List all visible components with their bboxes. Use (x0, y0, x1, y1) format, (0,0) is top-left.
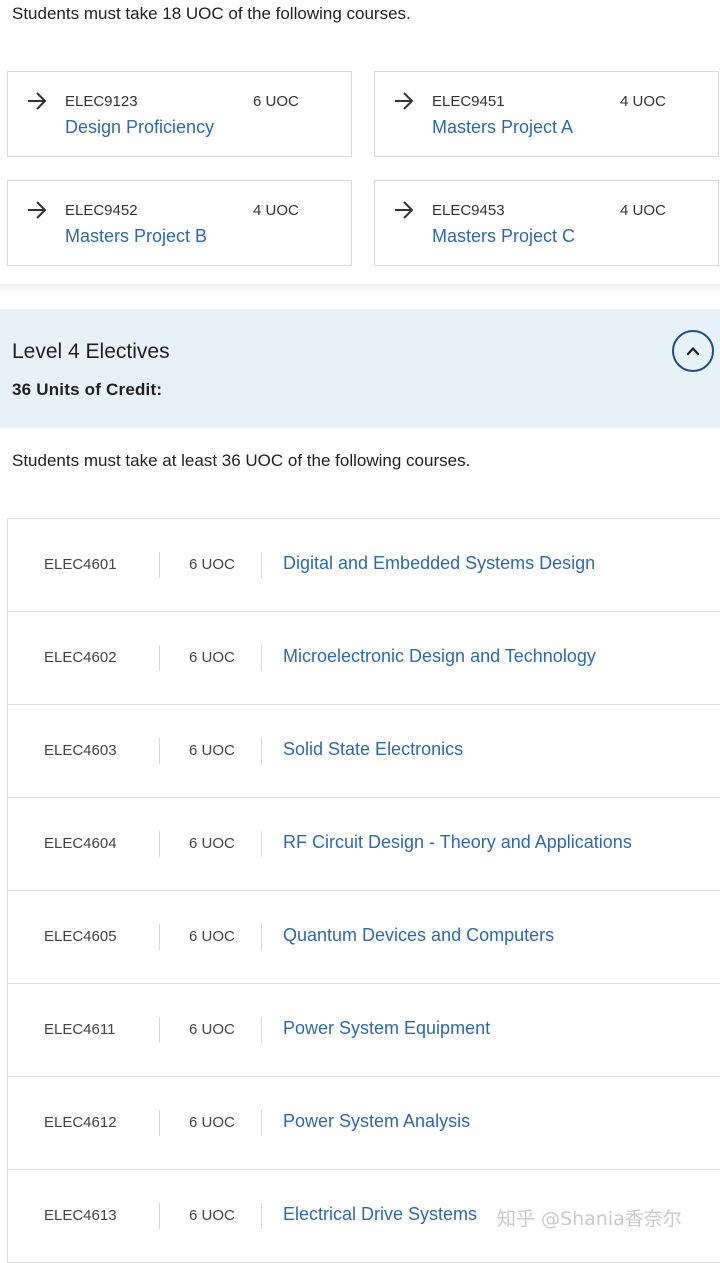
core-course-card[interactable]: ELEC9123 6 UOC Design Proficiency (7, 71, 352, 157)
course-uoc: 6 UOC (253, 93, 299, 110)
core-intro-text: Students must take 18 UOC of the followi… (12, 4, 411, 23)
course-code: ELEC9452 (65, 202, 138, 219)
arrow-right-icon (28, 92, 47, 110)
collapse-button[interactable] (672, 330, 714, 372)
course-code: ELEC4612 (44, 1114, 117, 1131)
course-code: ELEC9123 (65, 93, 138, 110)
column-divider (261, 1017, 262, 1043)
watermark-text: 知乎 @Shania香奈尔 (497, 1208, 682, 1230)
course-uoc: 6 UOC (189, 928, 235, 945)
arrow-right-icon (28, 201, 47, 219)
table-row[interactable]: ELEC4612 6 UOC Power System Analysis (7, 1077, 720, 1170)
course-code: ELEC4604 (44, 835, 117, 852)
table-row[interactable]: ELEC4611 6 UOC Power System Equipment (7, 984, 720, 1077)
section-divider (0, 284, 720, 292)
course-code: ELEC4613 (44, 1207, 117, 1224)
course-title-link[interactable]: Electrical Drive Systems (283, 1204, 477, 1225)
course-title-link[interactable]: Design Proficiency (65, 117, 214, 138)
course-code: ELEC4611 (44, 1021, 116, 1038)
course-uoc: 6 UOC (189, 1207, 235, 1224)
electives-intro-text: Students must take at least 36 UOC of th… (12, 451, 471, 470)
course-uoc: 6 UOC (189, 835, 235, 852)
core-course-card[interactable]: ELEC9453 4 UOC Masters Project C (374, 180, 719, 266)
course-code: ELEC4603 (44, 742, 117, 759)
chevron-up-icon (686, 347, 700, 356)
column-divider (159, 738, 160, 764)
course-uoc: 6 UOC (189, 1114, 235, 1131)
column-divider (261, 738, 262, 764)
course-uoc: 4 UOC (253, 202, 299, 219)
course-code: ELEC4601 (44, 556, 117, 573)
table-row[interactable]: ELEC4601 6 UOC Digital and Embedded Syst… (7, 519, 720, 612)
column-divider (159, 1203, 160, 1229)
column-divider (261, 1110, 262, 1136)
course-uoc: 4 UOC (620, 202, 666, 219)
column-divider (159, 1017, 160, 1043)
table-row[interactable]: ELEC4603 6 UOC Solid State Electronics (7, 705, 720, 798)
column-divider (261, 645, 262, 671)
column-divider (159, 645, 160, 671)
electives-credits: 36 Units of Credit: (12, 380, 163, 399)
course-title-link[interactable]: RF Circuit Design - Theory and Applicati… (283, 832, 632, 853)
course-title-link[interactable]: Masters Project A (432, 117, 573, 138)
core-course-card[interactable]: ELEC9451 4 UOC Masters Project A (374, 71, 719, 157)
course-title-link[interactable]: Digital and Embedded Systems Design (283, 553, 595, 574)
electives-heading: Level 4 Electives (12, 340, 170, 363)
column-divider (261, 831, 262, 857)
course-title-link[interactable]: Masters Project B (65, 226, 207, 247)
table-row[interactable]: ELEC4605 6 UOC Quantum Devices and Compu… (7, 891, 720, 984)
column-divider (159, 552, 160, 578)
column-divider (159, 924, 160, 950)
electives-course-list: ELEC4601 6 UOC Digital and Embedded Syst… (7, 518, 720, 1263)
course-uoc: 6 UOC (189, 1021, 235, 1038)
course-code: ELEC9453 (432, 202, 505, 219)
column-divider (261, 552, 262, 578)
course-code: ELEC9451 (432, 93, 505, 110)
course-uoc: 6 UOC (189, 649, 235, 666)
course-title-link[interactable]: Power System Analysis (283, 1111, 470, 1132)
column-divider (261, 924, 262, 950)
table-row[interactable]: ELEC4602 6 UOC Microelectronic Design an… (7, 612, 720, 705)
arrow-right-icon (395, 201, 414, 219)
course-title-link[interactable]: Solid State Electronics (283, 739, 463, 760)
column-divider (261, 1203, 262, 1229)
course-title-link[interactable]: Power System Equipment (283, 1018, 490, 1039)
table-row[interactable]: ELEC4604 6 UOC RF Circuit Design - Theor… (7, 798, 720, 891)
course-code: ELEC4602 (44, 649, 117, 666)
column-divider (159, 1110, 160, 1136)
arrow-right-icon (395, 92, 414, 110)
course-title-link[interactable]: Quantum Devices and Computers (283, 925, 554, 946)
course-title-link[interactable]: Microelectronic Design and Technology (283, 646, 596, 667)
course-title-link[interactable]: Masters Project C (432, 226, 575, 247)
course-code: ELEC4605 (44, 928, 117, 945)
core-course-card[interactable]: ELEC9452 4 UOC Masters Project B (7, 180, 352, 266)
electives-accordion-header[interactable]: Level 4 Electives 36 Units of Credit: (0, 309, 720, 428)
course-uoc: 4 UOC (620, 93, 666, 110)
course-uoc: 6 UOC (189, 742, 235, 759)
course-uoc: 6 UOC (189, 556, 235, 573)
column-divider (159, 831, 160, 857)
